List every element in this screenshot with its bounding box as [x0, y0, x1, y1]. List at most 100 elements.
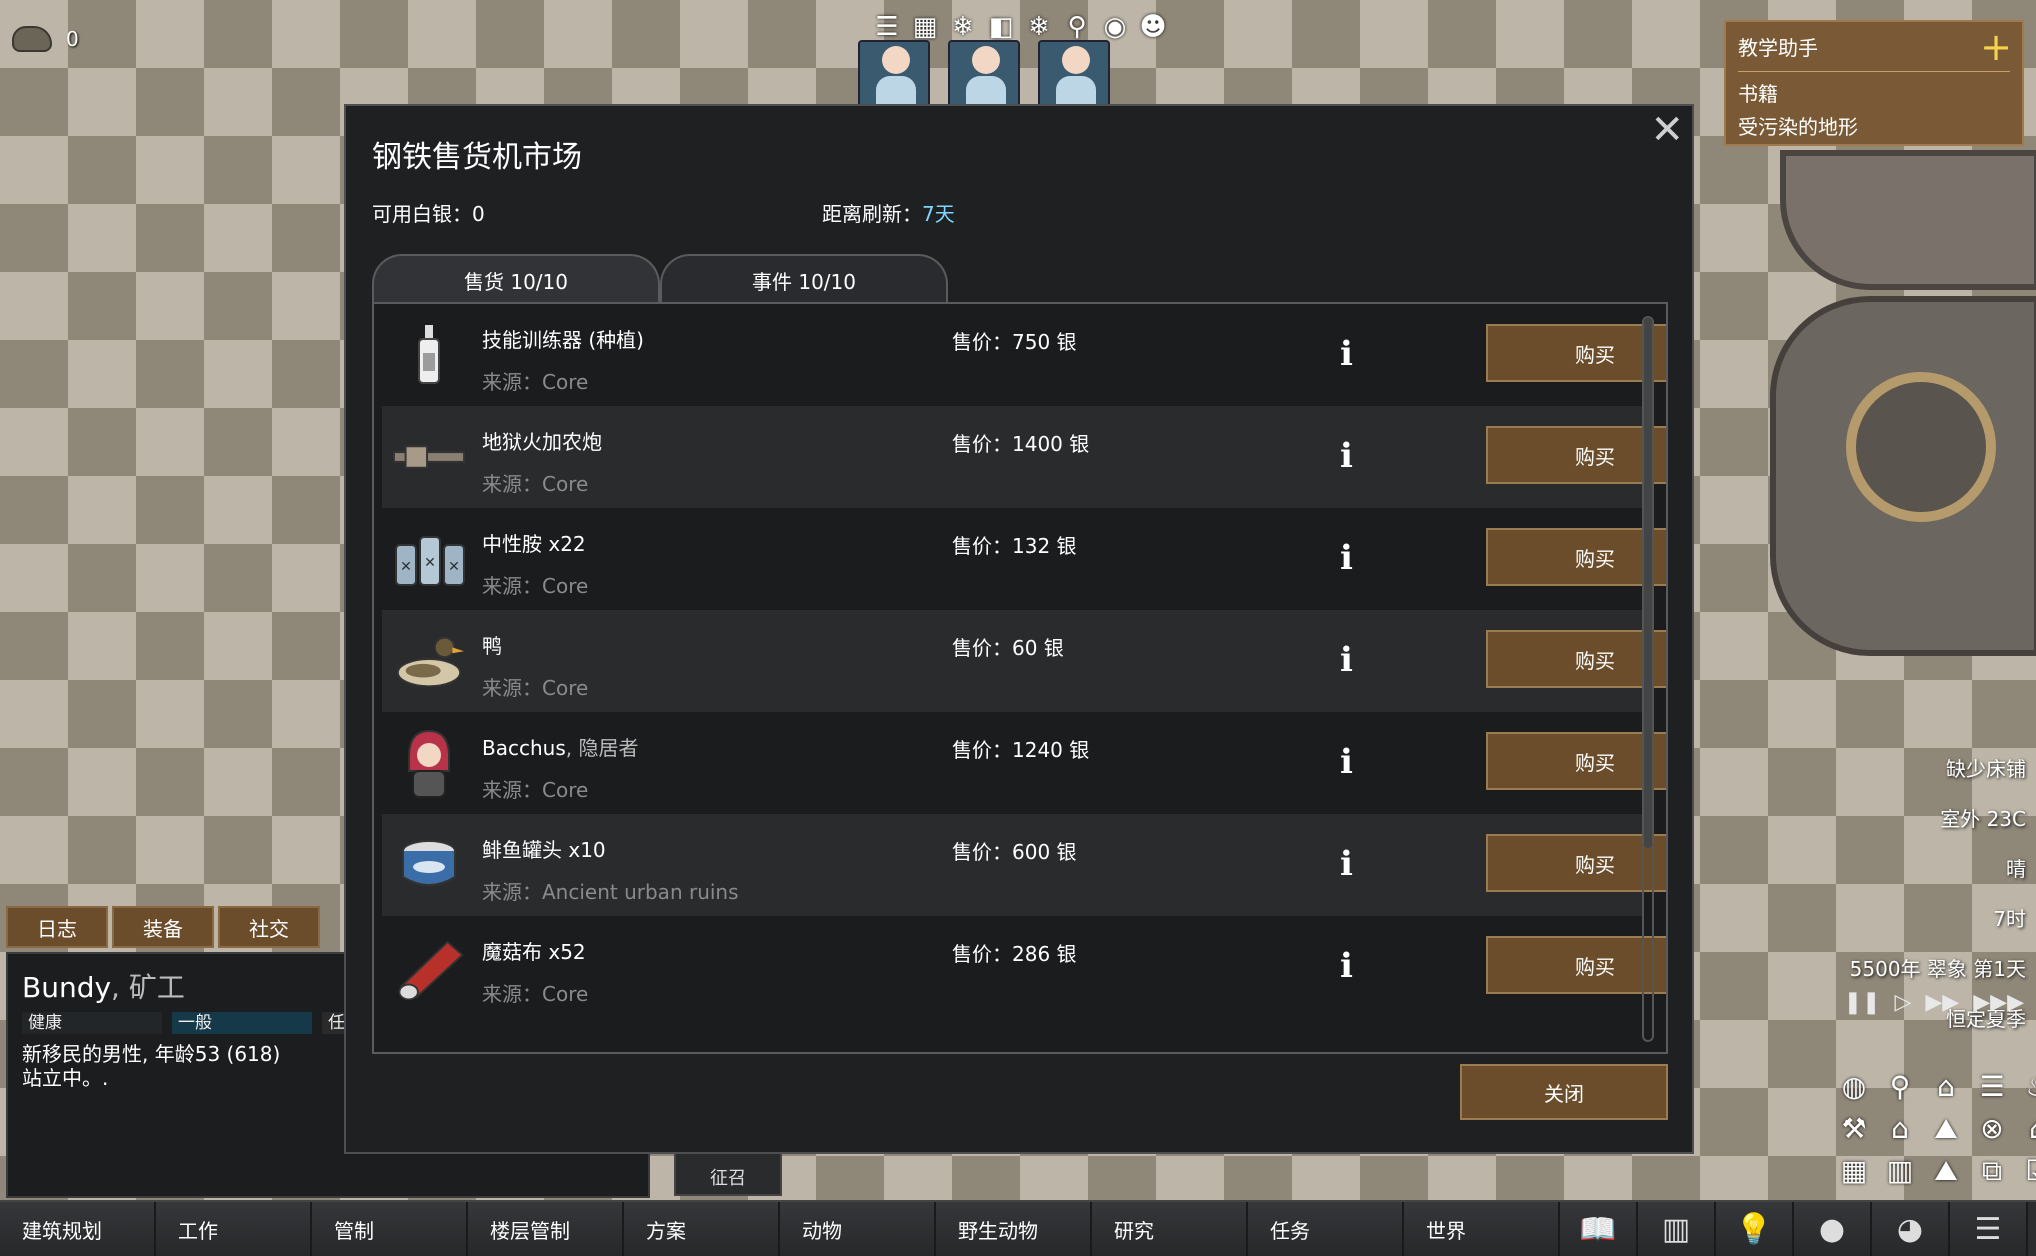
item-name-text: 地狱火加农炮	[482, 430, 602, 454]
item-name-sub: , 隐居者	[565, 736, 639, 760]
toggle-icon[interactable]: ⊗	[1972, 1112, 2012, 1148]
tutor-item[interactable]: 书籍	[1738, 78, 2010, 107]
toggle-icon[interactable]: ▦	[1834, 1154, 1874, 1190]
toggle-icon[interactable]: ☰	[1972, 1070, 2012, 1106]
tab-world[interactable]: 世界	[1404, 1202, 1560, 1256]
item-source: 来源：Core	[482, 574, 589, 598]
toggle-icon[interactable]: ⚒	[1834, 1112, 1874, 1148]
fast-forward-icon[interactable]: ▶▶	[1925, 990, 1959, 1015]
item-source: 来源：Core	[482, 778, 589, 802]
colonist-portrait[interactable]	[858, 40, 930, 106]
buy-button[interactable]: 购买	[1486, 528, 1666, 586]
item-name: 鸭	[482, 630, 502, 659]
duck-icon	[392, 624, 466, 698]
tab-policies[interactable]: 方案	[624, 1202, 780, 1256]
book-icon[interactable]: 📖	[1560, 1202, 1638, 1256]
superfast-icon[interactable]: ▶▶▶	[1973, 990, 2024, 1015]
toggle-icon[interactable]: ⌂	[1926, 1070, 1966, 1106]
colonist-portrait[interactable]	[1038, 40, 1110, 106]
buy-button[interactable]: 购买	[1486, 936, 1666, 994]
list-item: ✕ ✕ ✕ 中性胺 x22 来源：Core 售价：132 银 i 购买	[382, 508, 1666, 610]
buy-button[interactable]: 购买	[1486, 732, 1666, 790]
list-scrollbar[interactable]	[1642, 316, 1654, 1042]
lightbulb-icon[interactable]: 💡	[1716, 1202, 1794, 1256]
tab-goods[interactable]: 售货 10/10	[372, 254, 660, 304]
head-icon[interactable]: ●	[1794, 1202, 1872, 1256]
tab-social[interactable]: 社交	[218, 906, 320, 948]
tab-work[interactable]: 工作	[156, 1202, 312, 1256]
tab-log[interactable]: 日志	[6, 906, 108, 948]
tutor-panel[interactable]: 教学助手 + 书籍 受污染的地形	[1724, 20, 2024, 146]
buy-button[interactable]: 购买	[1486, 426, 1666, 484]
tab-research[interactable]: 研究	[1092, 1202, 1248, 1256]
refresh-timer: 距离刷新：7天	[822, 198, 955, 227]
portrait-icon[interactable]: ◕	[1872, 1202, 1950, 1256]
close-button[interactable]: 关闭	[1460, 1064, 1668, 1120]
tab-animals[interactable]: 动物	[780, 1202, 936, 1256]
home-icon[interactable]: ⌂	[1880, 1112, 1920, 1148]
tab-restrict[interactable]: 管制	[312, 1202, 468, 1256]
pause-icon[interactable]: ❚❚	[1844, 990, 1881, 1015]
film-icon[interactable]: ◉	[1100, 12, 1130, 42]
fabric-roll-icon	[392, 930, 466, 1004]
divider	[1738, 71, 2010, 72]
play-icon[interactable]: ▷	[1894, 990, 1911, 1015]
toggle-icon[interactable]: ⛰	[1926, 1112, 1966, 1148]
scrollbar-thumb[interactable]	[1644, 318, 1652, 848]
tab-events[interactable]: 事件 10/10	[660, 254, 948, 304]
tab-wildlife[interactable]: 野生动物	[936, 1202, 1092, 1256]
close-icon[interactable]: ✕	[1650, 110, 1684, 150]
resource-counter[interactable]: 0	[12, 26, 79, 52]
snowflake-icon[interactable]: ❄	[948, 12, 978, 42]
info-icon[interactable]: i	[1340, 844, 1353, 884]
health-bar[interactable]: 健康	[22, 1012, 162, 1034]
buy-button[interactable]: 购买	[1486, 630, 1666, 688]
item-name: 中性胺 x22	[482, 528, 586, 557]
list-icon[interactable]: ☰	[872, 12, 902, 42]
goods-list[interactable]: 技能训练器 (种植) 来源：Core 售价：750 银 i 购买 地狱火加农炮 …	[372, 302, 1668, 1054]
info-icon[interactable]: i	[1340, 334, 1353, 374]
colonist-portrait[interactable]	[948, 40, 1020, 106]
list-item: 地狱火加农炮 来源：Core 售价：1400 银 i 购买	[382, 406, 1666, 508]
plus-icon[interactable]: +	[1980, 28, 2012, 66]
pawn-name: Bundy	[22, 971, 112, 1004]
pawn-portrait-icon	[392, 726, 466, 800]
tutor-item[interactable]: 受污染的地形	[1738, 111, 2010, 140]
pawn-role: , 矿工	[111, 971, 185, 1004]
mood-bar[interactable]: 一般	[172, 1012, 312, 1034]
snowflake-icon[interactable]: ❄	[1024, 12, 1054, 42]
buy-button[interactable]: 购买	[1486, 324, 1666, 382]
item-name: 鲱鱼罐头 x10	[482, 834, 606, 863]
info-icon[interactable]: i	[1340, 946, 1353, 986]
magnify-icon[interactable]: ⚲	[1062, 12, 1092, 42]
info-icon[interactable]: i	[1340, 538, 1353, 578]
colonist-bar	[858, 40, 1110, 106]
item-name: 地狱火加农炮	[482, 426, 602, 455]
item-name-text: Bacchus	[482, 736, 566, 760]
toggle-icon[interactable]: ▥	[1880, 1154, 1920, 1190]
tab-architect[interactable]: 建筑规划	[0, 1202, 156, 1256]
buy-button[interactable]: 购买	[1486, 834, 1666, 892]
tab-floor-restrict[interactable]: 楼层管制	[468, 1202, 624, 1256]
magnify-icon[interactable]: ⚲	[1880, 1070, 1920, 1106]
toggle-icon[interactable]: ♨	[2018, 1070, 2036, 1106]
stack-icon[interactable]: ◧	[986, 12, 1016, 42]
tab-quests[interactable]: 任务	[1248, 1202, 1404, 1256]
info-icon[interactable]: i	[1340, 640, 1353, 680]
chart-icon[interactable]: ▥	[1638, 1202, 1716, 1256]
tab-gear[interactable]: 装备	[112, 906, 214, 948]
info-icon[interactable]: i	[1340, 436, 1353, 476]
toggle-icon[interactable]: ◍	[1834, 1070, 1874, 1106]
toggle-icon[interactable]: ⛰	[1926, 1154, 1966, 1190]
grid-icon[interactable]: ▦	[910, 12, 940, 42]
face-icon[interactable]: ☻	[1138, 12, 1168, 42]
toggle-icon[interactable]: ⌂	[2018, 1112, 2036, 1148]
toggle-icon[interactable]: ⧉	[1972, 1154, 2012, 1190]
menu-icon[interactable]: ☰	[1950, 1202, 2028, 1256]
toggle-icon[interactable]: ☑	[2018, 1154, 2036, 1190]
dialog-title: 钢铁售货机市场	[372, 140, 582, 175]
alert-no-bed[interactable]: 缺少床铺	[1850, 744, 2026, 794]
item-name-text: 魔菇布 x52	[482, 940, 586, 964]
bottle-icon	[392, 318, 466, 392]
info-icon[interactable]: i	[1340, 742, 1353, 782]
